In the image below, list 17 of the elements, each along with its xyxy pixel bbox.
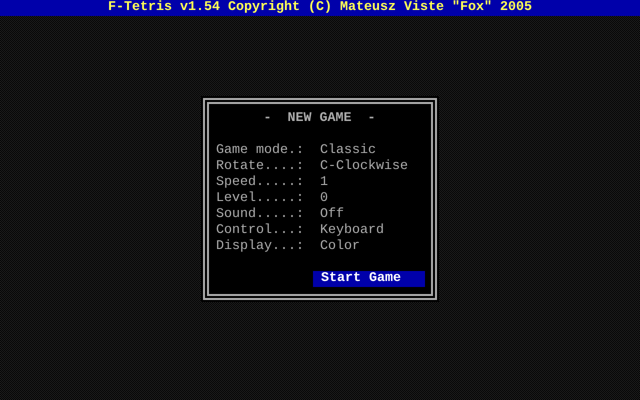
option-label: Speed.....:: [216, 175, 305, 191]
option-label: Game mode.:: [216, 143, 305, 159]
option-label: Rotate....:: [216, 159, 305, 175]
option-label: Sound.....:: [216, 207, 305, 223]
title-bar: F-Tetris v1.54 Copyright (C) Mateusz Viste "Fox" 2005: [0, 0, 640, 16]
option-value[interactable]: 1: [320, 175, 328, 191]
option-label: Level.....:: [216, 191, 305, 207]
option-label: Display...:: [216, 239, 305, 255]
option-value[interactable]: Keyboard: [320, 223, 384, 239]
start-game-button[interactable]: Start Game: [313, 271, 425, 287]
dialog-title: - NEW GAME -: [262, 111, 376, 127]
option-value[interactable]: Off: [320, 207, 344, 223]
option-value[interactable]: Color: [320, 239, 360, 255]
option-label: Control...:: [216, 223, 305, 239]
option-value[interactable]: C-Clockwise: [320, 159, 408, 175]
option-value[interactable]: 0: [320, 191, 328, 207]
option-value[interactable]: Classic: [320, 143, 376, 159]
